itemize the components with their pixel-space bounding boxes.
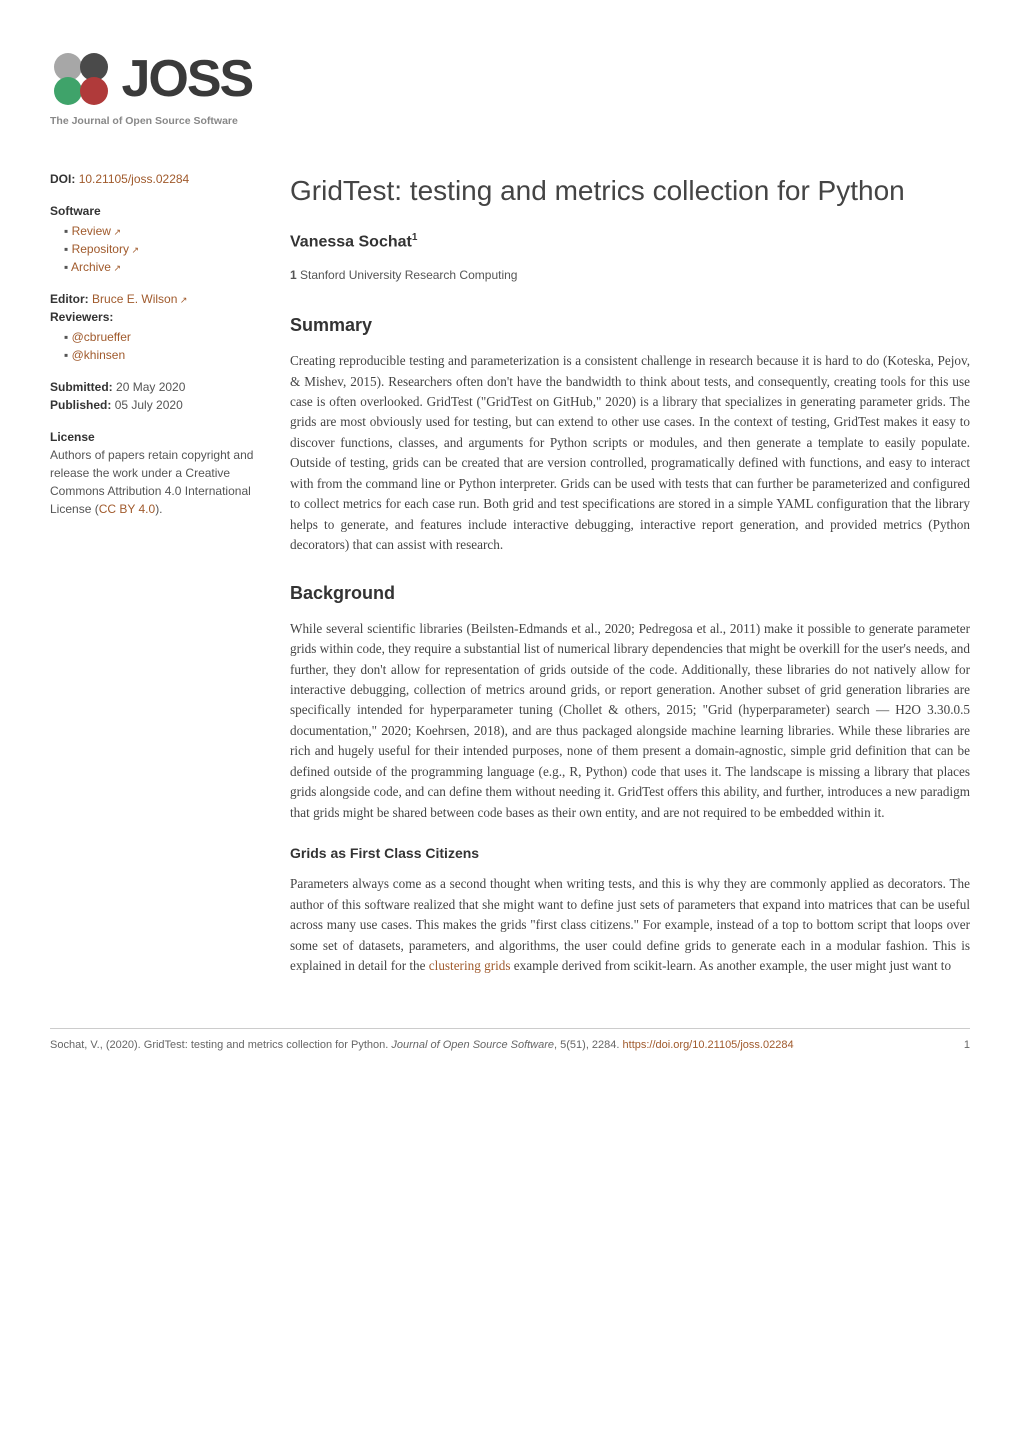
reviewers-label: Reviewers: bbox=[50, 310, 113, 324]
page-number: 1 bbox=[964, 1037, 970, 1054]
dates-block: Submitted: 20 May 2020 Published: 05 Jul… bbox=[50, 378, 260, 414]
footer-citation: Sochat, V., (2020). GridTest: testing an… bbox=[50, 1037, 794, 1054]
reviewer-link[interactable]: @khinsen bbox=[72, 348, 126, 362]
summary-heading: Summary bbox=[290, 312, 970, 339]
software-item-repository: Repository bbox=[64, 240, 260, 258]
published-date: 05 July 2020 bbox=[115, 398, 183, 412]
license-link[interactable]: CC BY 4.0 bbox=[99, 502, 155, 516]
sidebar: DOI: 10.21105/joss.02284 Software Review… bbox=[50, 170, 260, 989]
software-item-archive: Archive bbox=[64, 258, 260, 276]
footer-journal: Journal of Open Source Software bbox=[391, 1039, 554, 1051]
paper-title: GridTest: testing and metrics collection… bbox=[290, 170, 970, 212]
license-text: Authors of papers retain copyright and r… bbox=[50, 446, 260, 518]
doi-link[interactable]: 10.21105/joss.02284 bbox=[79, 172, 190, 186]
reviewer-item: @khinsen bbox=[64, 346, 260, 364]
doi-line: DOI: 10.21105/joss.02284 bbox=[50, 170, 260, 188]
background-heading: Background bbox=[290, 580, 970, 607]
footer-citation-prefix: Sochat, V., (2020). GridTest: testing an… bbox=[50, 1039, 391, 1051]
summary-paragraph: Creating reproducible testing and parame… bbox=[290, 351, 970, 556]
logo-text: JOSS bbox=[122, 40, 253, 118]
grids-text-2: example derived from scikit-learn. As an… bbox=[510, 958, 951, 973]
logo-block: JOSS The Journal of Open Source Software bbox=[50, 40, 970, 130]
archive-link[interactable]: Archive bbox=[71, 260, 121, 274]
clustering-grids-link[interactable]: clustering grids bbox=[429, 958, 511, 973]
author-line: Vanessa Sochat1 bbox=[290, 230, 970, 254]
grids-subheading: Grids as First Class Citizens bbox=[290, 843, 970, 864]
grids-paragraph: Parameters always come as a second thoug… bbox=[290, 874, 970, 976]
license-text-2: ). bbox=[155, 502, 162, 516]
affiliation-num: 1 bbox=[290, 268, 297, 282]
reviewer-link[interactable]: @cbrueffer bbox=[72, 330, 131, 344]
submitted-line: Submitted: 20 May 2020 bbox=[50, 378, 260, 396]
affiliation-text: Stanford University Research Computing bbox=[300, 268, 517, 282]
doi-label: DOI: bbox=[50, 172, 75, 186]
software-header: Software bbox=[50, 202, 260, 220]
review-link[interactable]: Review bbox=[72, 224, 121, 238]
author-affil-sup: 1 bbox=[412, 232, 418, 243]
published-line: Published: 05 July 2020 bbox=[50, 396, 260, 414]
license-label: License bbox=[50, 430, 95, 444]
reviewers-block: Reviewers: bbox=[50, 308, 260, 326]
joss-logo-icon bbox=[50, 47, 114, 111]
license-block: License Authors of papers retain copyrig… bbox=[50, 428, 260, 518]
logo-tagline: The Journal of Open Source Software bbox=[50, 114, 970, 130]
reviewer-item: @cbrueffer bbox=[64, 328, 260, 346]
submitted-label: Submitted: bbox=[50, 380, 113, 394]
editor-label: Editor: bbox=[50, 292, 89, 306]
editor-block: Editor: Bruce E. Wilson bbox=[50, 290, 260, 308]
software-item-review: Review bbox=[64, 222, 260, 240]
footer-citation-suffix: , 5(51), 2284. bbox=[554, 1039, 623, 1051]
background-paragraph: While several scientific libraries (Beil… bbox=[290, 619, 970, 824]
main-content: GridTest: testing and metrics collection… bbox=[290, 170, 970, 989]
affiliation-line: 1 Stanford University Research Computing bbox=[290, 266, 970, 284]
submitted-date: 20 May 2020 bbox=[116, 380, 185, 394]
software-list: Review Repository Archive bbox=[64, 222, 260, 276]
footer: Sochat, V., (2020). GridTest: testing an… bbox=[50, 1028, 970, 1054]
author-name: Vanessa Sochat bbox=[290, 233, 412, 250]
repository-link[interactable]: Repository bbox=[72, 242, 139, 256]
published-label: Published: bbox=[50, 398, 111, 412]
reviewers-list: @cbrueffer @khinsen bbox=[64, 328, 260, 364]
editor-link[interactable]: Bruce E. Wilson bbox=[92, 292, 187, 306]
footer-doi-link[interactable]: https://doi.org/10.21105/joss.02284 bbox=[623, 1039, 794, 1051]
